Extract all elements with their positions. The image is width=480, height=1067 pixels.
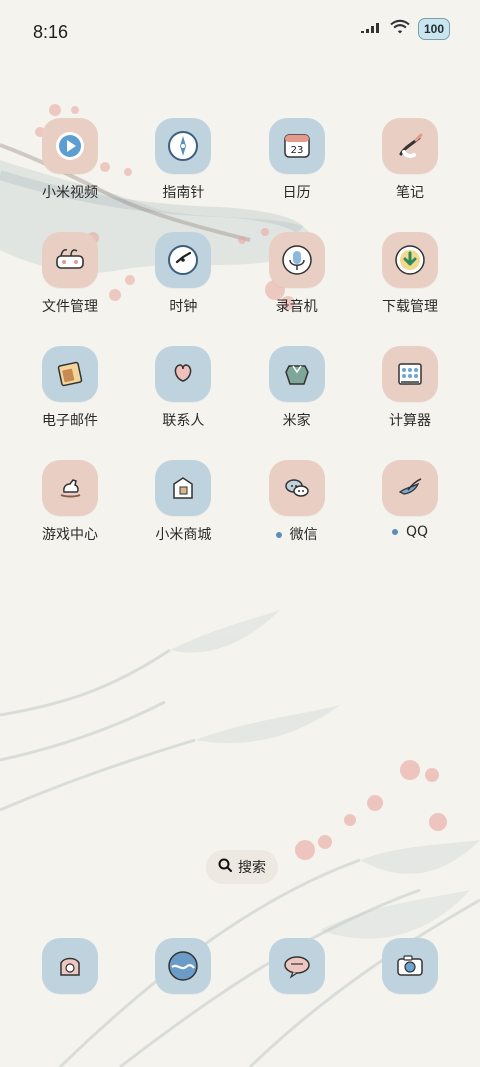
app-icon-recorder [268, 232, 325, 288]
notification-dot [275, 532, 282, 538]
app-calendar[interactable]: 23 日历 [241, 118, 353, 202]
dock-browser[interactable] [127, 938, 239, 994]
app-icon-calculator [381, 346, 438, 402]
app-icon-game-center [42, 460, 98, 516]
app-label: 游戏中心 [42, 527, 98, 543]
app-notes[interactable]: 笔记 [354, 118, 466, 202]
store-icon [173, 477, 194, 499]
app-label: 录音机 [275, 299, 318, 315]
phone-icon [60, 957, 80, 976]
app-label: 联系人 [162, 413, 205, 429]
app-label: 计算器 [388, 413, 431, 429]
chat-icon [284, 479, 309, 497]
app-file-manager[interactable]: 文件管理 [14, 232, 126, 316]
clock-icon [168, 245, 199, 275]
app-game-center[interactable]: 游戏中心 [14, 460, 126, 544]
camera-icon [397, 955, 423, 976]
app-calculator[interactable]: 计算器 [354, 346, 466, 430]
wifi-icon [390, 19, 410, 39]
app-mi-home[interactable]: 米家 [241, 346, 353, 430]
app-wechat[interactable]: 微信 [241, 460, 353, 544]
app-icon-browser [155, 938, 212, 994]
status-time: 8:16 [33, 22, 69, 42]
battery-level: 100 [423, 22, 445, 36]
app-icon-download-manager [381, 232, 438, 288]
app-label: 电子邮件 [42, 413, 98, 429]
calculator-icon [398, 363, 422, 385]
battery-icon: 100 [418, 18, 450, 40]
compass-icon [168, 131, 199, 161]
message-icon [283, 956, 310, 979]
app-row: 文件管理 时钟 录音机 下载管理 [14, 232, 466, 316]
app-qq[interactable]: QQ [354, 460, 466, 544]
dock [14, 938, 466, 994]
status-icons: 100 [360, 18, 450, 40]
app-grid: 小米视频 指南针 23 日历 笔记 文件管理 时钟 录音机 下载管理 电子邮件 … [14, 118, 466, 574]
search-chip[interactable]: 搜索 [206, 850, 278, 884]
notes-icon [399, 133, 423, 158]
app-icon-messages [268, 938, 325, 994]
bird-icon [398, 478, 422, 495]
app-label: 米家 [282, 413, 311, 429]
app-label: 微信 [275, 524, 318, 544]
app-icon-file-manager [42, 232, 98, 288]
game-icon [60, 479, 81, 498]
app-icon-qq [381, 460, 438, 516]
app-label: QQ [391, 524, 428, 540]
app-xiaomi-video[interactable]: 小米视频 [14, 118, 126, 202]
dock-messages[interactable] [241, 938, 353, 994]
app-icon-email [42, 346, 98, 402]
app-icon-camera [381, 938, 438, 994]
status-bar: 8:16 100 [0, 0, 480, 68]
browser-icon [168, 951, 199, 981]
app-icon-xiaomi-video [42, 118, 98, 174]
app-label: 时钟 [169, 299, 198, 315]
app-download-manager[interactable]: 下载管理 [354, 232, 466, 316]
app-contacts[interactable]: 联系人 [127, 346, 239, 430]
folder-icon [56, 249, 84, 269]
mail-icon [57, 361, 83, 387]
signal-icon [360, 20, 382, 39]
app-label: 下载管理 [381, 299, 438, 315]
app-row: 电子邮件 联系人 米家 计算器 [14, 346, 466, 430]
app-recorder[interactable]: 录音机 [241, 232, 353, 316]
app-label: 小米商城 [155, 527, 212, 543]
contacts-icon [175, 364, 192, 382]
app-icon-wechat [268, 460, 325, 516]
app-label: 指南针 [162, 185, 205, 201]
mic-icon [281, 245, 312, 275]
app-label-text: QQ [405, 524, 428, 540]
app-row: 游戏中心 小米商城 微信 QQ [14, 460, 466, 544]
app-label-text: 微信 [289, 527, 318, 543]
notification-dot [391, 529, 398, 535]
app-label: 文件管理 [42, 299, 98, 315]
app-label: 日历 [282, 185, 311, 201]
search-icon [218, 858, 232, 876]
dock-phone[interactable] [14, 938, 126, 994]
app-icon-contacts [155, 346, 212, 402]
app-row: 小米视频 指南针 23 日历 笔记 [14, 118, 466, 202]
search-label: 搜索 [238, 860, 266, 876]
app-icon-mi-mall [155, 460, 212, 516]
app-clock[interactable]: 时钟 [127, 232, 239, 316]
app-mi-mall[interactable]: 小米商城 [127, 460, 239, 544]
play-icon [56, 132, 84, 160]
app-email[interactable]: 电子邮件 [14, 346, 126, 430]
calendar-icon: 23 [283, 134, 310, 158]
app-icon-compass [155, 118, 212, 174]
app-icon-mi-home [268, 346, 325, 402]
app-label: 小米视频 [42, 185, 98, 201]
calendar-day: 23 [290, 145, 303, 156]
app-icon-calendar: 23 [268, 118, 325, 174]
download-icon [395, 245, 425, 275]
app-compass[interactable]: 指南针 [127, 118, 239, 202]
app-icon-phone [42, 938, 98, 994]
app-icon-notes [381, 118, 438, 174]
home-icon [284, 365, 309, 385]
app-icon-clock [155, 232, 212, 288]
dock-camera[interactable] [354, 938, 466, 994]
app-label: 笔记 [395, 185, 424, 201]
